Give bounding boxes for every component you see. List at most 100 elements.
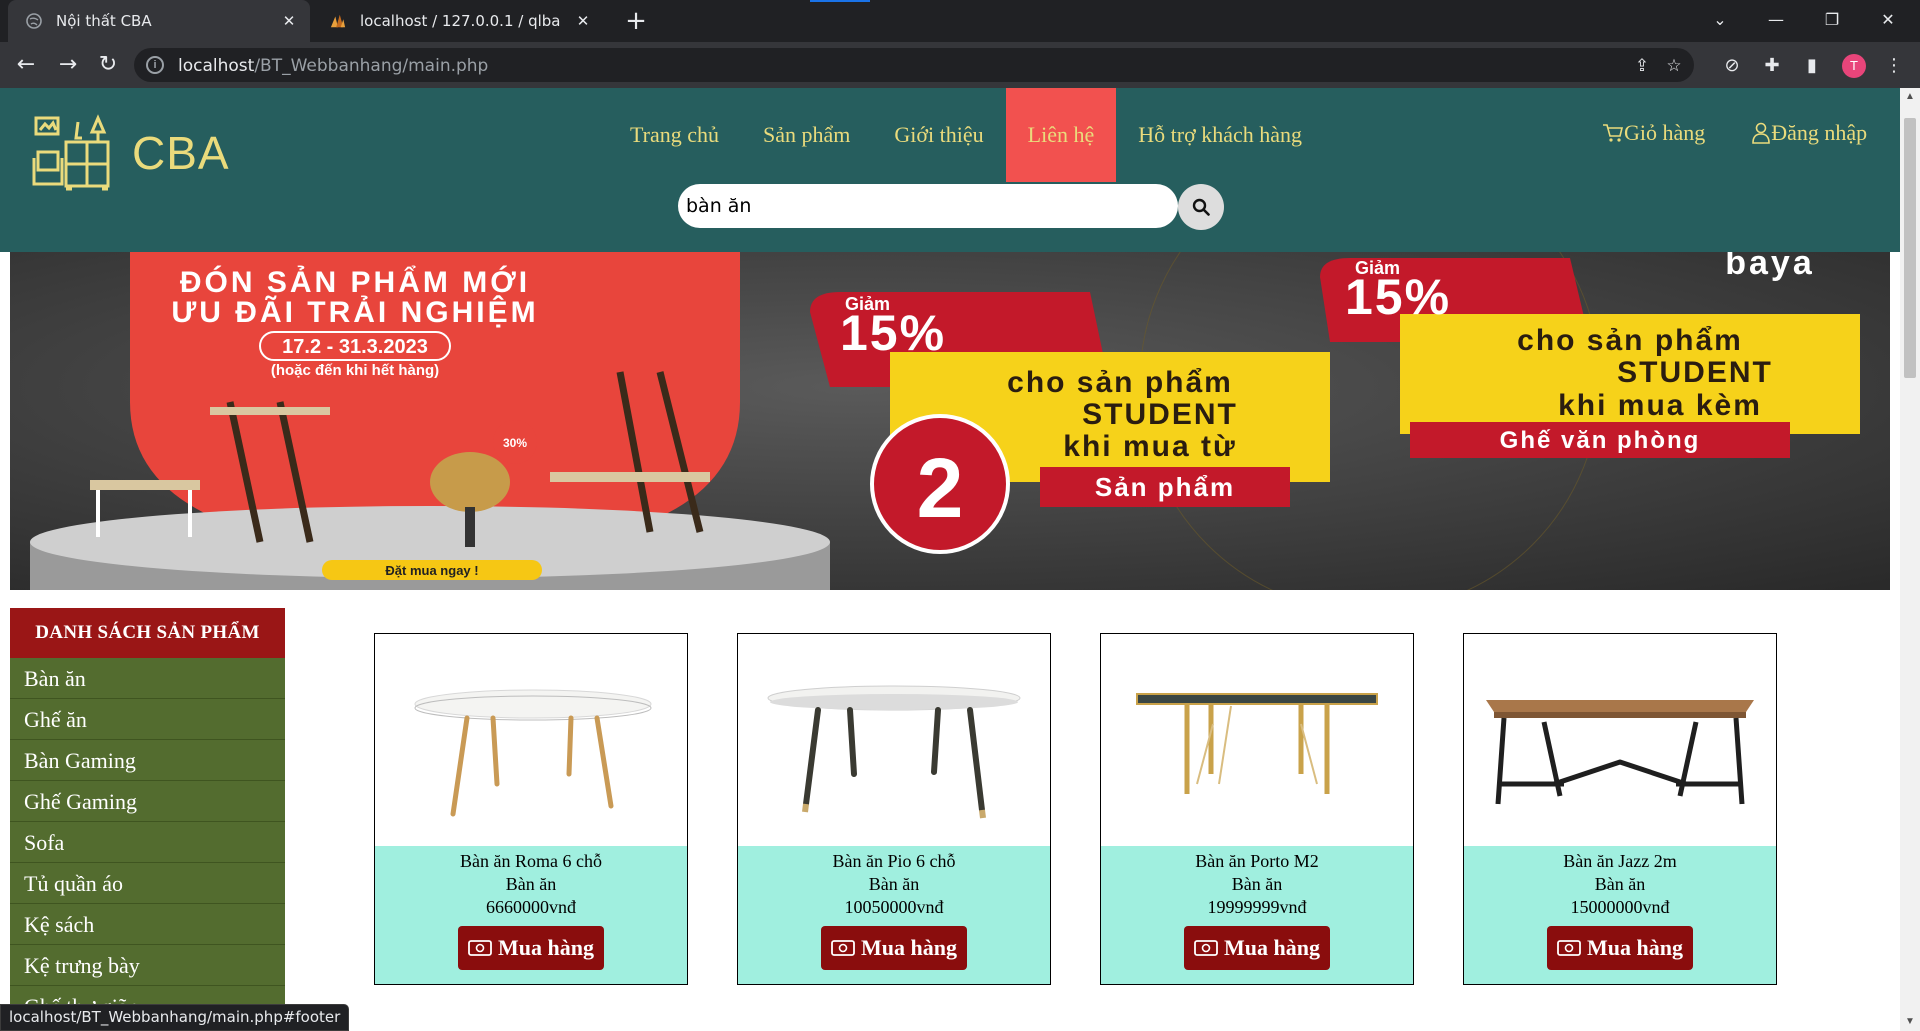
tab-noi-that-cba[interactable]: Nội thất CBA ✕ (8, 0, 310, 42)
main-menu: Trang chủ Sản phẩm Giới thiệu Liên hệ Hỗ… (608, 88, 1324, 182)
kebab-menu-icon[interactable]: ⋮ (1882, 54, 1906, 78)
sidebar-item-ghe-an[interactable]: Ghế ăn (10, 699, 285, 740)
buy-label: Mua hàng (1224, 935, 1320, 960)
product-category: Bàn ăn (1594, 874, 1646, 894)
promo2-pct: 15% (1345, 269, 1451, 325)
sidebar-item-sofa[interactable]: Sofa (10, 822, 285, 863)
browser-tab-strip: Nội thất CBA ✕ localhost / 127.0.0.1 / q… (0, 0, 1920, 42)
promo1-num: 2 (917, 441, 964, 535)
globe-icon (26, 13, 42, 29)
bookmark-star-icon[interactable]: ☆ (1664, 56, 1684, 76)
search-icon (1192, 198, 1210, 216)
page-scrollbar[interactable]: ▲ ▼ (1900, 88, 1920, 1031)
product-name[interactable]: Bàn ăn Roma 6 chỗ (375, 850, 687, 873)
product-image-table-jazz[interactable] (1464, 634, 1776, 846)
sidebar-title: DANH SÁCH SẢN PHẨM (10, 608, 285, 658)
promo1-line2: STUDENT (1082, 398, 1238, 431)
search-button[interactable] (1178, 184, 1224, 230)
product-card[interactable]: Bàn ăn Jazz 2m Bàn ăn 15000000vnđ Mua hà… (1463, 633, 1777, 985)
header-account-links: Giỏ hàng Đăng nhập (1602, 120, 1867, 146)
buy-label: Mua hàng (1587, 935, 1683, 960)
search-input[interactable] (686, 184, 1166, 228)
banner-cta[interactable]: Đặt mua ngay ! (385, 563, 478, 578)
restore-icon[interactable]: ❐ (1804, 0, 1860, 42)
sidebar-item-tu-quan-ao[interactable]: Tủ quần áo (10, 863, 285, 904)
profile-avatar[interactable]: T (1842, 54, 1866, 78)
product-card[interactable]: Bàn ăn Roma 6 chỗ Bàn ăn 6660000vnđ Mua … (374, 633, 688, 985)
product-category: Bàn ăn (868, 874, 920, 894)
tab-phpmyadmin[interactable]: localhost / 127.0.0.1 / qlbannoithat ✕ (312, 0, 604, 42)
sidebar-item-ghe-gaming[interactable]: Ghế Gaming (10, 781, 285, 822)
product-image-table-pio[interactable] (738, 634, 1050, 846)
buy-label: Mua hàng (498, 935, 594, 960)
close-tab-icon[interactable]: ✕ (280, 12, 298, 30)
product-price: 15000000vnđ (1570, 897, 1670, 917)
tab-title: Nội thất CBA (56, 12, 152, 30)
product-price: 10050000vnđ (844, 897, 944, 917)
banner-headline-1: ĐÓN SẢN PHẨM MỚI (180, 265, 530, 299)
banner-graphic: 30% ĐÓN SẢN PHẨM MỚI ƯU ĐÃI TRẢI NGHIỆM … (10, 252, 1890, 590)
product-image-table-porto[interactable] (1101, 634, 1413, 846)
product-card[interactable]: Bàn ăn Pio 6 chỗ Bàn ăn 10050000vnđ Mua … (737, 633, 1051, 985)
close-window-icon[interactable]: ✕ (1860, 0, 1916, 42)
banner-headline-2: ƯU ĐÃI TRẢI NGHIỆM (171, 295, 538, 329)
buy-button[interactable]: Mua hàng (821, 926, 967, 970)
extensions-puzzle-icon[interactable]: ✚ (1760, 54, 1784, 78)
product-category: Bàn ăn (1231, 874, 1283, 894)
buy-label: Mua hàng (861, 935, 957, 960)
site-header: CBA Trang chủ Sản phẩm Giới thiệu Liên h… (0, 88, 1900, 252)
scrollbar-thumb[interactable] (1904, 118, 1916, 378)
product-category: Bàn ăn (505, 874, 557, 894)
url-text[interactable]: localhost/BT_Webbanhang/main.php (178, 56, 488, 76)
menu-item-san-pham[interactable]: Sản phẩm (741, 88, 872, 182)
login-link[interactable]: Đăng nhập (1751, 120, 1867, 146)
minimize-icon[interactable]: — (1748, 0, 1804, 42)
menu-item-lien-he[interactable]: Liên hệ (1005, 88, 1117, 182)
promo-banner[interactable]: 30% ĐÓN SẢN PHẨM MỚI ƯU ĐÃI TRẢI NGHIỆM … (10, 252, 1890, 590)
product-name[interactable]: Bàn ăn Pio 6 chỗ (738, 850, 1050, 873)
menu-item-ho-tro-khach-hang[interactable]: Hỗ trợ khách hàng (1116, 88, 1324, 182)
cart-link[interactable]: Giỏ hàng (1602, 120, 1705, 146)
site-info-icon[interactable]: i (146, 56, 164, 74)
sidebar-item-ke-trung-bay[interactable]: Kệ trưng bày (10, 945, 285, 986)
cart-icon (1603, 124, 1624, 142)
product-price: 6660000vnđ (486, 897, 576, 917)
scroll-up-arrow-icon[interactable]: ▲ (1900, 88, 1920, 106)
money-icon (1557, 940, 1581, 956)
phpmyadmin-icon (330, 13, 346, 29)
cart-label: Giỏ hàng (1624, 120, 1706, 145)
product-card[interactable]: Bàn ăn Porto M2 Bàn ăn 19999999vnđ Mua h… (1100, 633, 1414, 985)
login-label: Đăng nhập (1771, 120, 1868, 145)
menu-item-trang-chu[interactable]: Trang chủ (608, 88, 741, 182)
sidebar-item-ke-sach[interactable]: Kệ sách (10, 904, 285, 945)
side-panel-icon[interactable]: ▮ (1800, 54, 1824, 78)
browser-toolbar: ← → ↻ i localhost/BT_Webbanhang/main.php… (0, 42, 1920, 88)
money-icon (468, 940, 492, 956)
back-arrow-icon[interactable]: ← (10, 49, 42, 81)
site-logo-text[interactable]: CBA (132, 126, 230, 180)
buy-button[interactable]: Mua hàng (1547, 926, 1693, 970)
address-bar[interactable]: i localhost/BT_Webbanhang/main.php ⇪ ☆ (134, 48, 1694, 82)
share-icon[interactable]: ⇪ (1632, 56, 1652, 76)
product-name[interactable]: Bàn ăn Porto M2 (1101, 850, 1413, 873)
tab-search-icon[interactable]: ⌄ (1692, 0, 1748, 42)
promo2-line4: Ghế văn phòng (1500, 427, 1701, 454)
buy-button[interactable]: Mua hàng (1184, 926, 1330, 970)
product-price: 19999999vnđ (1207, 897, 1307, 917)
sidebar-item-ban-an[interactable]: Bàn ăn (10, 658, 285, 699)
search-box (678, 184, 1178, 228)
product-image-table-roma[interactable] (375, 634, 687, 846)
forward-arrow-icon[interactable]: → (52, 49, 84, 81)
menu-item-gioi-thieu[interactable]: Giới thiệu (872, 88, 1005, 182)
money-icon (1194, 940, 1218, 956)
page-viewport: CBA Trang chủ Sản phẩm Giới thiệu Liên h… (0, 88, 1900, 1031)
furniture-logo-icon[interactable] (32, 112, 116, 192)
sidebar-item-ban-gaming[interactable]: Bàn Gaming (10, 740, 285, 781)
scroll-down-arrow-icon[interactable]: ▼ (1900, 1013, 1920, 1031)
product-name[interactable]: Bàn ăn Jazz 2m (1464, 850, 1776, 873)
buy-button[interactable]: Mua hàng (458, 926, 604, 970)
reload-icon[interactable]: ↻ (92, 49, 124, 81)
close-tab-icon[interactable]: ✕ (574, 12, 592, 30)
compass-extension-icon[interactable]: ⊘ (1720, 54, 1744, 78)
new-tab-button[interactable]: + (620, 6, 652, 36)
